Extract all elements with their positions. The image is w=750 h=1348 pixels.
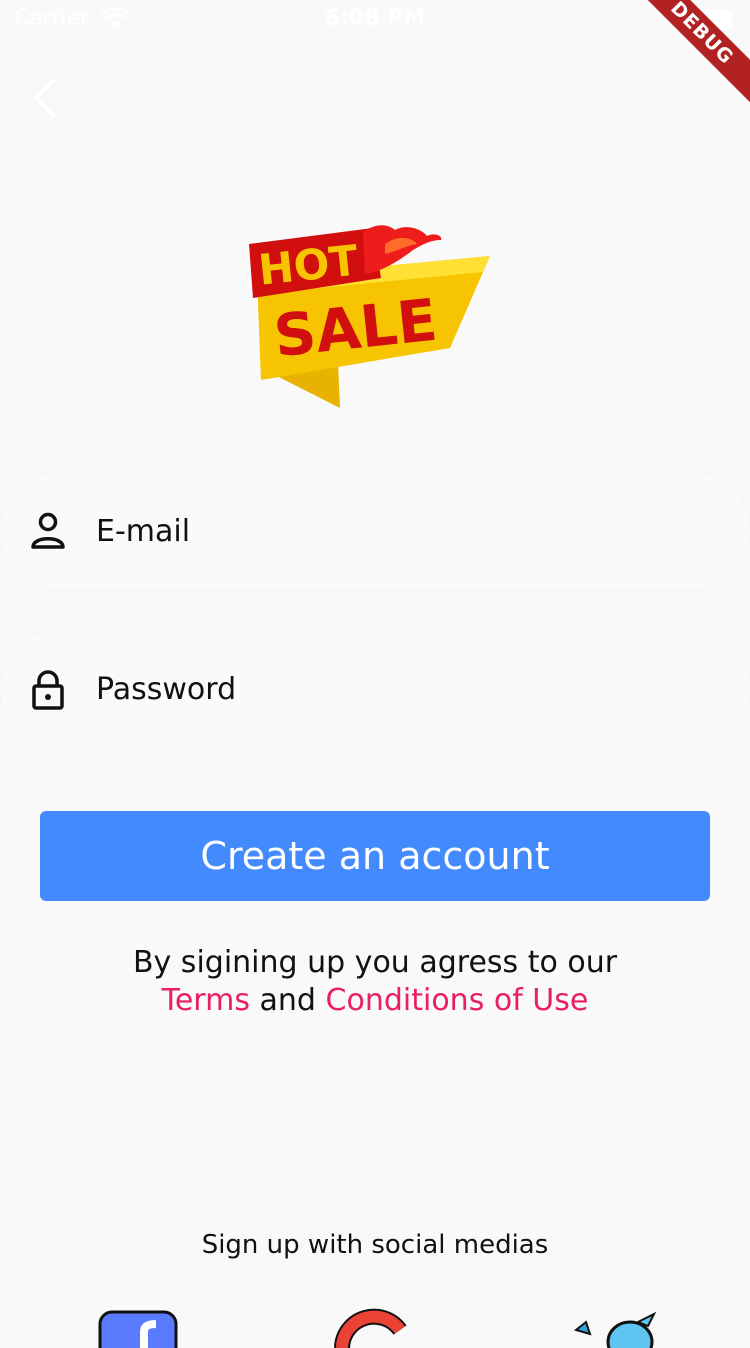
- email-input[interactable]: [96, 502, 696, 560]
- password-field[interactable]: [0, 630, 750, 748]
- facebook-icon[interactable]: [98, 1308, 178, 1348]
- email-field[interactable]: [0, 472, 750, 590]
- person-icon: [31, 512, 65, 549]
- terms-links-line: Terms and Conditions of Use: [0, 982, 750, 1020]
- lock-icon: [32, 670, 64, 710]
- logo-hot-text: HOT: [256, 236, 360, 295]
- status-bar: Carrier 6:08 PM: [0, 0, 750, 40]
- back-button[interactable]: [26, 74, 66, 122]
- google-icon[interactable]: [334, 1308, 410, 1348]
- terms-and: and: [259, 983, 316, 1018]
- terms-link[interactable]: Terms: [162, 983, 250, 1018]
- hot-sale-logo: HOT SALE: [249, 225, 490, 408]
- create-account-button[interactable]: Create an account: [40, 811, 710, 901]
- terms-text: By sigining up you agress to our Terms a…: [0, 944, 750, 1020]
- conditions-link[interactable]: Conditions of Use: [326, 983, 589, 1018]
- password-input[interactable]: [96, 660, 696, 718]
- status-time: 6:08 PM: [324, 6, 426, 31]
- twitter-icon[interactable]: [572, 1308, 656, 1348]
- terms-intro: By sigining up you agress to our: [132, 945, 618, 980]
- social-caption: Sign up with social medias: [201, 1230, 549, 1260]
